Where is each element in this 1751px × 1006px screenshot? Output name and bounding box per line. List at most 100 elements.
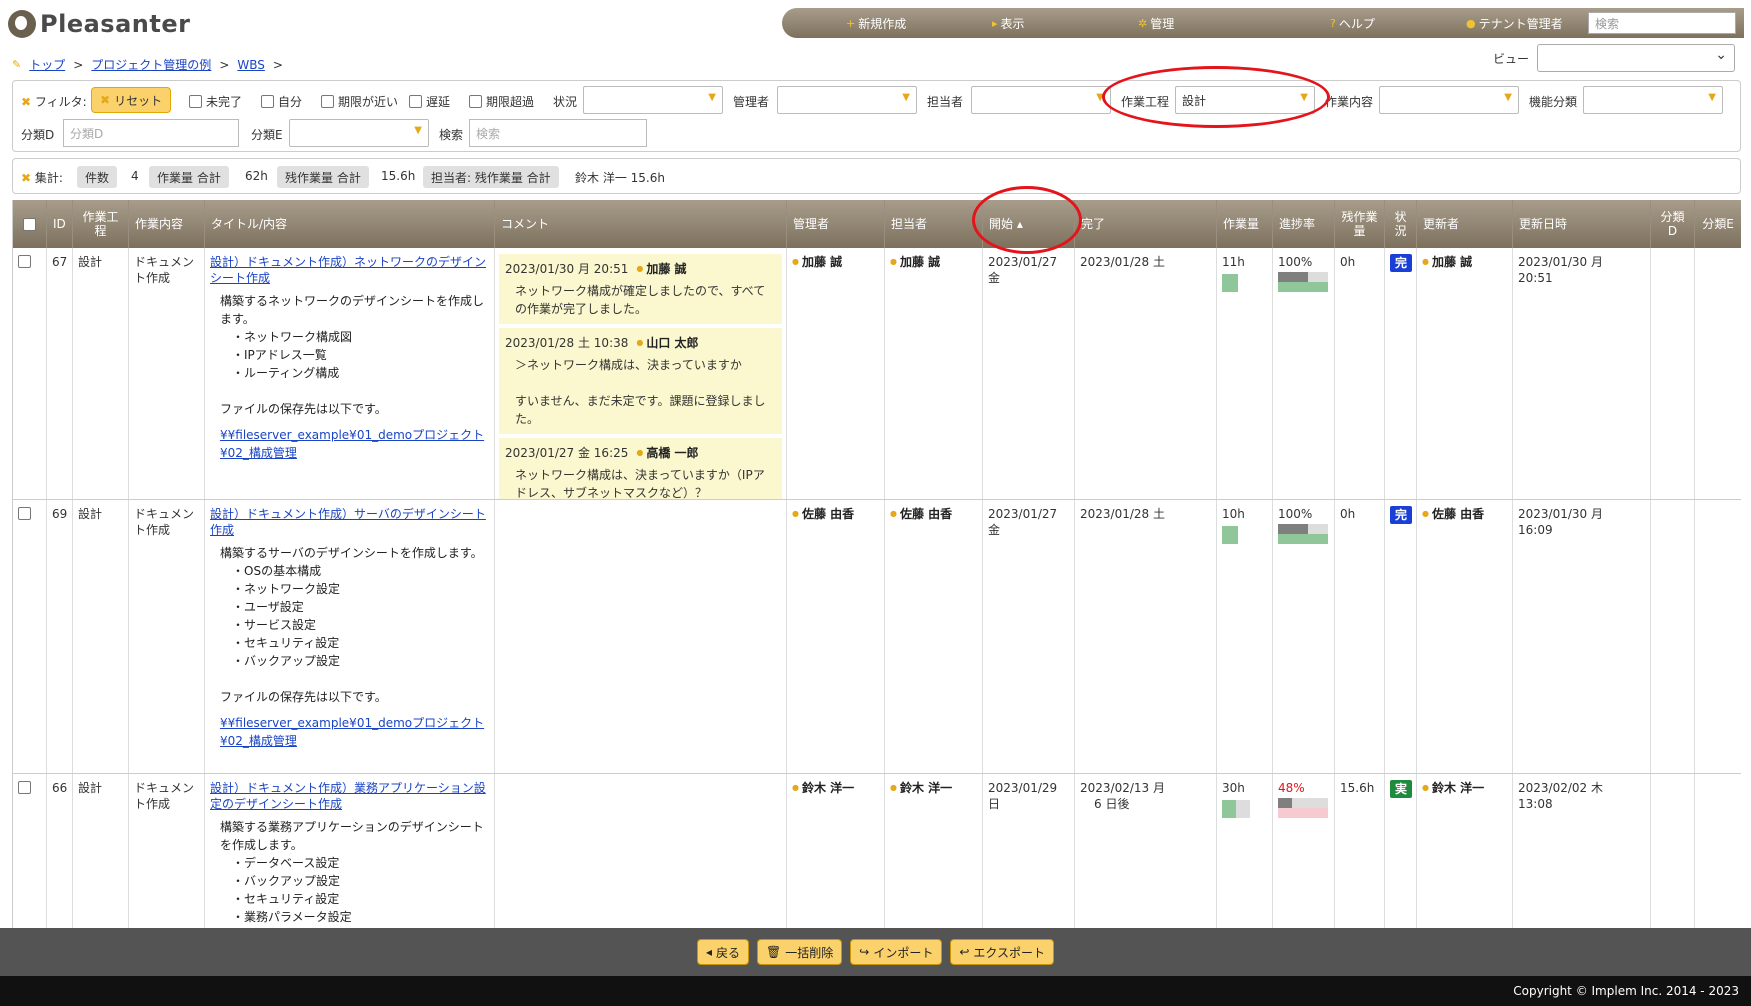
import-button[interactable]: ↪ インポート: [850, 939, 943, 965]
col-work[interactable]: 作業内容: [129, 200, 205, 248]
filter-overdue[interactable]: 期限超過: [469, 93, 534, 110]
filter-search-input[interactable]: 検索: [469, 119, 647, 147]
classD-input[interactable]: 分類D: [63, 119, 239, 147]
back-button[interactable]: ◂ 戻る: [696, 939, 749, 965]
status-badge: 完: [1390, 254, 1412, 272]
aggregate-count-chip[interactable]: 件数: [77, 166, 118, 188]
progress-bar: [1278, 798, 1328, 818]
cell-id: 66: [47, 774, 73, 928]
nav-tenant-admin[interactable]: ● テナント管理者: [1466, 15, 1563, 32]
col-id[interactable]: ID: [47, 200, 73, 248]
cell-comment: [495, 774, 787, 928]
file-path-link[interactable]: ¥¥fileserver_example¥01_demoプロジェクト¥02_構成…: [220, 428, 484, 460]
nav-tenant-label: テナント管理者: [1478, 17, 1563, 31]
export-button[interactable]: ↩ エクスポート: [950, 939, 1055, 965]
comment-date: 2023/01/28 土 10:38: [505, 336, 629, 350]
table-row[interactable]: 69 設計 ドキュメント作成 設計）ドキュメント作成）サーバのデザインシート作成 構築す…: [13, 500, 1741, 774]
comment-item[interactable]: 2023/01/27 金 16:25 高橋 一郎ネットワーク構成は、決まっています…: [499, 438, 782, 499]
col-updated[interactable]: 更新日時: [1513, 200, 1651, 248]
col-classE[interactable]: 分類E: [1695, 200, 1741, 248]
record-title-link[interactable]: 設計）ドキュメント作成）業務アプリケーション設定のデザインシート作成: [210, 781, 486, 811]
view-select[interactable]: [1537, 44, 1735, 72]
logo-icon: [8, 10, 36, 38]
comment-user: 加藤 誠: [636, 260, 686, 278]
row-checkbox-box[interactable]: [18, 781, 31, 794]
filter-delayed[interactable]: 遅延: [409, 93, 450, 110]
col-work-amount[interactable]: 作業量: [1217, 200, 1273, 248]
filter-reset-button[interactable]: ✖ リセット: [91, 87, 172, 113]
updater-name: 鈴木 洋一: [1422, 781, 1484, 795]
breadcrumb-wbs[interactable]: WBS: [237, 58, 265, 72]
bulk-delete-button[interactable]: 🗑 一括削除: [757, 939, 843, 965]
plus-icon: +: [846, 17, 856, 30]
nav-search-input[interactable]: 検索: [1588, 12, 1736, 34]
breadcrumb-project[interactable]: プロジェクト管理の例: [91, 56, 211, 73]
filter-near-due[interactable]: 期限が近い: [321, 93, 398, 110]
aggregate-remaining-chip[interactable]: 残作業量 合計: [277, 166, 369, 188]
manager-label: 管理者: [733, 95, 770, 109]
col-status[interactable]: 状況: [1385, 200, 1417, 248]
col-end[interactable]: 完了: [1075, 200, 1217, 248]
nav-new[interactable]: + 新規作成: [846, 15, 906, 32]
classE-select[interactable]: ▼: [289, 119, 429, 147]
col-comment[interactable]: コメント: [495, 200, 787, 248]
cell-work: ドキュメント作成: [129, 248, 205, 499]
triangle-icon: ▸: [992, 17, 998, 30]
col-progress[interactable]: 進捗率: [1273, 200, 1335, 248]
row-checkbox[interactable]: [13, 500, 47, 773]
cell-remaining: 0h: [1335, 248, 1385, 499]
assignee-select[interactable]: ▼: [971, 86, 1111, 114]
chevron-down-icon: ▼: [1300, 92, 1308, 103]
nav-help[interactable]: ? ヘルプ: [1330, 15, 1375, 32]
cell-comment: 2023/01/30 月 20:51 加藤 誠ネットワーク構成が確定しましたので、…: [495, 248, 787, 499]
cell-progress: 100%: [1273, 500, 1335, 773]
table-row[interactable]: 67 設計 ドキュメント作成 設計）ドキュメント作成）ネットワークのデザインシート作成…: [13, 248, 1741, 500]
import-icon: ↪: [859, 945, 870, 959]
func-select[interactable]: ▼: [1583, 86, 1723, 114]
record-title-link[interactable]: 設計）ドキュメント作成）ネットワークのデザインシート作成: [210, 255, 486, 285]
classD-label: 分類D: [21, 128, 55, 142]
col-classD[interactable]: 分類D: [1651, 200, 1695, 248]
view-selector: ビュー: [1493, 44, 1735, 72]
row-checkbox-box[interactable]: [18, 255, 31, 268]
status-badge: 実: [1390, 780, 1412, 798]
comment-item[interactable]: 2023/01/30 月 20:51 加藤 誠ネットワーク構成が確定しましたので、…: [499, 254, 782, 324]
back-icon: ◂: [705, 945, 712, 959]
footer: Copyright © Implem Inc. 2014 - 2023: [0, 976, 1751, 1006]
process-select[interactable]: 設計 ▼: [1175, 86, 1315, 114]
row-checkbox[interactable]: [13, 774, 47, 928]
work-select[interactable]: ▼: [1379, 86, 1519, 114]
breadcrumb-top[interactable]: トップ: [29, 56, 65, 73]
aggregate-title: ✖ 集計:: [21, 171, 63, 185]
file-path-link[interactable]: ¥¥fileserver_example¥01_demoプロジェクト¥02_構成…: [220, 716, 484, 748]
record-title-link[interactable]: 設計）ドキュメント作成）サーバのデザインシート作成: [210, 507, 486, 537]
row-checkbox[interactable]: [13, 248, 47, 499]
aggregate-work-chip[interactable]: 作業量 合計: [149, 166, 229, 188]
aggregate-panel: ✖ 集計: 件数 4 作業量 合計 62h 残作業量 合計 15.6h 担当者:…: [12, 158, 1741, 194]
work-label: 作業内容: [1325, 95, 1374, 109]
select-all-checkbox[interactable]: [13, 200, 47, 248]
comment-item[interactable]: 2023/01/28 土 10:38 山口 太郎 ＞ネットワーク構成は、決まっていま…: [499, 328, 782, 434]
cell-end: 2023/01/28 土: [1075, 248, 1217, 499]
col-start[interactable]: 開始 ▴: [983, 200, 1075, 248]
row-checkbox-box[interactable]: [18, 507, 31, 520]
status-select[interactable]: ▼: [583, 86, 723, 114]
cell-process: 設計: [73, 500, 129, 773]
app-logo[interactable]: Pleasanter: [8, 8, 190, 40]
col-remaining[interactable]: 残作業量: [1335, 200, 1385, 248]
manager-select[interactable]: ▼: [777, 86, 917, 114]
col-title[interactable]: タイトル/内容: [205, 200, 495, 248]
nav-view[interactable]: ▸ 表示: [992, 15, 1025, 32]
filter-mine[interactable]: 自分: [261, 93, 302, 110]
col-manager[interactable]: 管理者: [787, 200, 885, 248]
col-assignee[interactable]: 担当者: [885, 200, 983, 248]
filter-incomplete[interactable]: 未完了: [189, 93, 242, 110]
nav-new-label: 新規作成: [858, 17, 907, 31]
export-icon: ↩: [959, 945, 970, 959]
col-process[interactable]: 作業工程: [73, 200, 129, 248]
nav-manage[interactable]: ✲ 管理: [1138, 15, 1174, 32]
table-row[interactable]: 66 設計 ドキュメント作成 設計）ドキュメント作成）業務アプリケーション設定のデザイ…: [13, 774, 1741, 928]
cell-progress: 48%: [1273, 774, 1335, 928]
aggregate-assignee-chip[interactable]: 担当者: 残作業量 合計: [423, 166, 559, 188]
col-updater[interactable]: 更新者: [1417, 200, 1513, 248]
